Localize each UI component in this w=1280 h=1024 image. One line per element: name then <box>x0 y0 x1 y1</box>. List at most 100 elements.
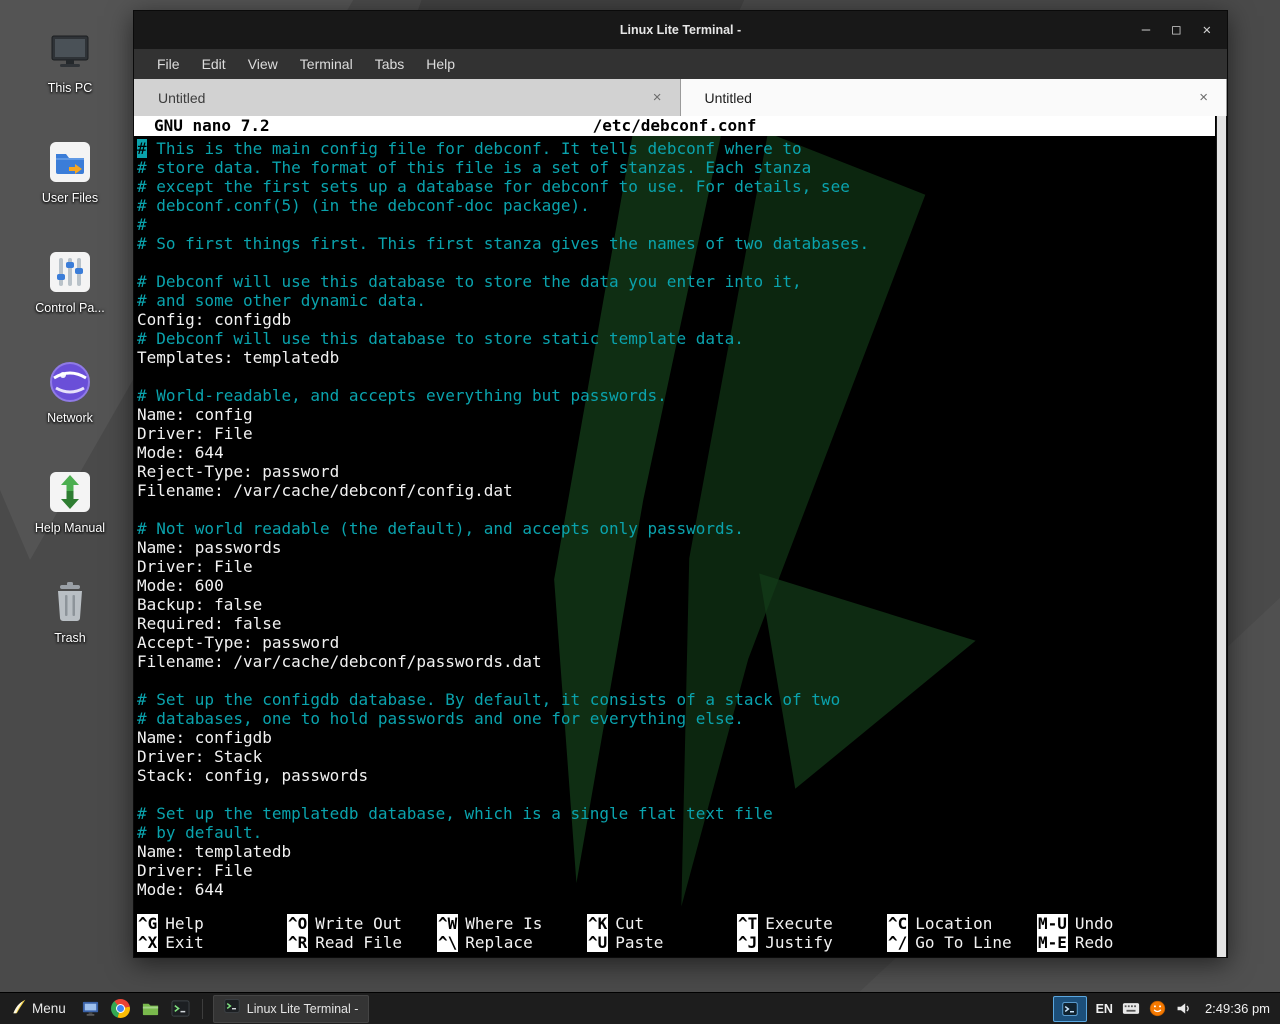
shortcut-label: Go To Line <box>908 933 1011 952</box>
tab-bar: Untitled×Untitled× <box>134 79 1227 116</box>
file-manager-launcher[interactable] <box>138 996 164 1022</box>
display-settings-launcher[interactable] <box>78 996 104 1022</box>
start-menu-button[interactable]: Menu <box>0 993 76 1024</box>
shortcut-key: ^G <box>137 914 158 933</box>
nano-line: # by default. <box>137 823 1225 842</box>
nano-shortcut-read-file[interactable]: ^RRead File <box>287 933 437 952</box>
desktop-icon-help-manual[interactable]: Help Manual <box>18 468 122 535</box>
nano-line: Driver: File <box>137 424 1225 443</box>
nano-line: Driver: File <box>137 861 1225 880</box>
nano-line: # Set up the templatedb database, which … <box>137 804 1225 823</box>
desktop-icon-user-files[interactable]: User Files <box>18 138 122 205</box>
menu-item-view[interactable]: View <box>237 51 289 77</box>
shortcut-key: ^R <box>287 933 308 952</box>
desktop-icon-control-pa[interactable]: Control Pa... <box>18 248 122 315</box>
nano-line: Name: templatedb <box>137 842 1225 861</box>
nano-line: # This is the main config file for debco… <box>137 139 1225 158</box>
nano-shortcut-execute[interactable]: ^TExecute <box>737 914 887 933</box>
shortcut-label: Help <box>158 914 204 933</box>
clock: 2:49:36 pm <box>1201 1001 1270 1016</box>
nano-line: Name: configdb <box>137 728 1225 747</box>
notifier-icon[interactable] <box>1149 1000 1166 1017</box>
nano-shortcut-redo[interactable]: M-ERedo <box>1037 933 1187 952</box>
window-titlebar[interactable]: Linux Lite Terminal - – □ ✕ <box>134 11 1227 49</box>
menu-bar: FileEditViewTerminalTabsHelp <box>134 49 1227 79</box>
nano-line <box>137 253 1225 272</box>
shortcut-label: Location <box>908 914 992 933</box>
nano-shortcut-justify[interactable]: ^JJustify <box>737 933 887 952</box>
taskbar: Menu Linux Lite Terminal - EN 2:49:36 pm <box>0 992 1280 1024</box>
menu-button-label: Menu <box>32 1001 66 1016</box>
menu-item-edit[interactable]: Edit <box>191 51 237 77</box>
system-tray: EN 2:49:36 pm <box>1053 993 1280 1024</box>
nano-line <box>137 671 1225 690</box>
nano-line: Config: configdb <box>137 310 1225 329</box>
nano-shortcut-where-is[interactable]: ^WWhere Is <box>437 914 587 933</box>
nano-line: Reject-Type: password <box>137 462 1225 481</box>
nano-shortcut-undo[interactable]: M-UUndo <box>1037 914 1187 933</box>
shortcut-label: Cut <box>608 914 644 933</box>
maximize-button[interactable]: □ <box>1172 23 1180 37</box>
desktop-icon-trash[interactable]: Trash <box>18 578 122 645</box>
nano-line: Mode: 644 <box>137 880 1225 899</box>
task-button-terminal[interactable]: Linux Lite Terminal - <box>213 995 370 1023</box>
scrollbar-thumb[interactable] <box>1217 116 1226 957</box>
nano-line: Required: false <box>137 614 1225 633</box>
shortcut-label: Read File <box>308 933 402 952</box>
volume-icon[interactable] <box>1175 1000 1192 1017</box>
nano-filename: /etc/debconf.conf <box>134 116 1215 136</box>
tray-terminal-indicator[interactable] <box>1053 996 1087 1022</box>
minimize-button[interactable]: – <box>1142 23 1150 37</box>
nano-shortcut-write-out[interactable]: ^OWrite Out <box>287 914 437 933</box>
shortcut-key: ^T <box>737 914 758 933</box>
shortcut-label: Replace <box>458 933 532 952</box>
menu-item-terminal[interactable]: Terminal <box>289 51 364 77</box>
nano-shortcut-go-to-line[interactable]: ^/Go To Line <box>887 933 1037 952</box>
terminal-tab-2[interactable]: Untitled× <box>681 79 1228 116</box>
desktop-icon-this-pc[interactable]: This PC <box>18 28 122 95</box>
computer-icon <box>18 28 122 76</box>
desktop-icon-label: Network <box>18 411 122 425</box>
tab-close-icon[interactable]: × <box>649 89 666 106</box>
shortcut-key: ^J <box>737 933 758 952</box>
nano-buffer[interactable]: # This is the main config file for debco… <box>134 136 1227 899</box>
menu-item-help[interactable]: Help <box>415 51 466 77</box>
nano-line: # <box>137 215 1225 234</box>
terminal-window: Linux Lite Terminal - – □ ✕ FileEditView… <box>133 10 1228 958</box>
chrome-launcher[interactable] <box>108 996 134 1022</box>
shortcut-key: ^U <box>587 933 608 952</box>
nano-shortcut-exit[interactable]: ^XExit <box>137 933 287 952</box>
tab-close-icon[interactable]: × <box>1195 89 1212 106</box>
shortcut-key: ^W <box>437 914 458 933</box>
desktop-icon-label: Trash <box>18 631 122 645</box>
shortcut-label: Write Out <box>308 914 402 933</box>
desktop-icon-network[interactable]: Network <box>18 358 122 425</box>
nano-line: Driver: File <box>137 557 1225 576</box>
menu-item-file[interactable]: File <box>146 51 191 77</box>
close-button[interactable]: ✕ <box>1203 23 1211 37</box>
keyboard-layout-indicator[interactable]: EN <box>1096 1002 1113 1016</box>
window-title: Linux Lite Terminal - <box>134 23 1227 37</box>
shortcut-label: Undo <box>1068 914 1114 933</box>
nano-shortcut-cut[interactable]: ^KCut <box>587 914 737 933</box>
nano-line: # and some other dynamic data. <box>137 291 1225 310</box>
control-panel-icon <box>18 248 122 296</box>
tab-label: Untitled <box>705 90 1196 106</box>
nano-shortcut-help[interactable]: ^GHelp <box>137 914 287 933</box>
nano-line: Mode: 644 <box>137 443 1225 462</box>
shortcut-key: M-E <box>1037 933 1068 952</box>
terminal-scrollbar[interactable] <box>1216 116 1227 957</box>
menu-item-tabs[interactable]: Tabs <box>364 51 416 77</box>
shortcut-key: M-U <box>1037 914 1068 933</box>
shortcut-label: Where Is <box>458 914 542 933</box>
keyboard-icon[interactable] <box>1122 1002 1140 1015</box>
terminal-tab-1[interactable]: Untitled× <box>134 79 681 116</box>
nano-shortcut-paste[interactable]: ^UPaste <box>587 933 737 952</box>
terminal-area[interactable]: GNU nano 7.2 /etc/debconf.conf # This is… <box>134 116 1227 957</box>
nano-line: # World-readable, and accepts everything… <box>137 386 1225 405</box>
shortcut-label: Exit <box>158 933 204 952</box>
network-globe-icon <box>18 358 122 406</box>
nano-shortcut-location[interactable]: ^CLocation <box>887 914 1037 933</box>
nano-shortcut-replace[interactable]: ^\Replace <box>437 933 587 952</box>
terminal-launcher[interactable] <box>168 996 194 1022</box>
